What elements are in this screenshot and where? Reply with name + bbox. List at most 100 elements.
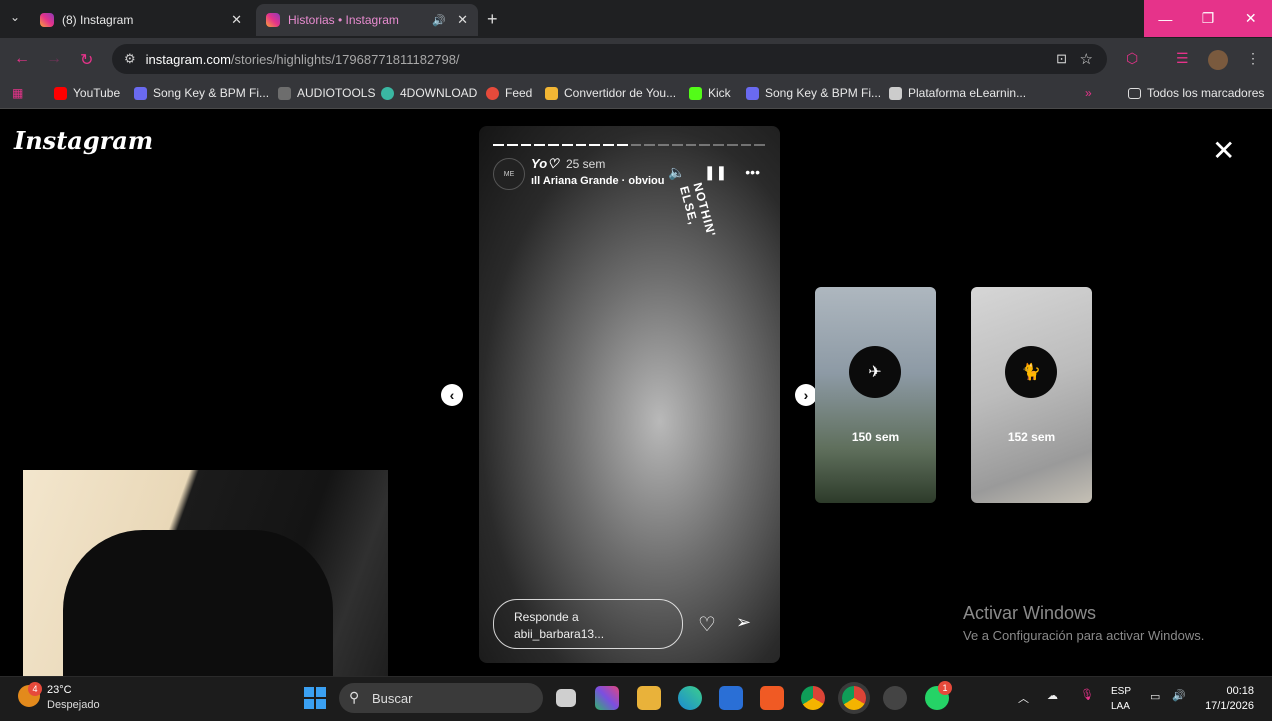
like-heart-icon[interactable]: ♡ [698, 612, 716, 637]
minimize-icon[interactable]: — [1144, 0, 1187, 37]
more-bookmarks-chevron-icon[interactable]: » [1085, 86, 1092, 100]
story-progress-segment [616, 144, 628, 146]
story-progress-segment [671, 144, 683, 146]
instagram-favicon-icon [40, 13, 54, 27]
bookmark-audiotools[interactable]: AUDIOTOOLS [278, 86, 375, 100]
windows-taskbar: 4 23°C Despejado ⚲ Buscar 1 ︿ ☁ 🎙 ESP LA… [0, 676, 1272, 721]
restore-icon[interactable]: ❐ [1187, 0, 1230, 37]
obs-icon[interactable] [883, 686, 907, 710]
profile-avatar[interactable] [1208, 50, 1228, 70]
next-story-chevron-icon[interactable]: › [795, 384, 817, 406]
close-stories-icon[interactable]: ✕ [1212, 134, 1235, 167]
volume-icon[interactable]: 🔈 [668, 164, 685, 181]
reply-input[interactable]: Responde a abii_barbara13... [493, 599, 683, 649]
reply-placeholder-line1: Responde a [514, 610, 579, 624]
youtube-icon [54, 86, 67, 100]
close-window-icon[interactable]: ✕ [1229, 0, 1272, 37]
story-progress-segment [740, 144, 752, 146]
bookmark-convertidor[interactable]: Convertidor de You... [545, 86, 676, 100]
bookmark-4download[interactable]: 4DOWNLOAD [381, 86, 477, 100]
store-icon[interactable] [719, 686, 743, 710]
songkey-icon [134, 86, 147, 100]
weather-badge: 4 [28, 682, 42, 696]
whatsapp-badge: 1 [938, 681, 952, 695]
audiotools-icon [278, 86, 291, 100]
site-info-icon[interactable]: ⚙ [124, 51, 136, 67]
story-username[interactable]: Yo♡ [531, 156, 559, 172]
next-highlight-preview-2[interactable]: 🐈 152 sem [971, 287, 1092, 503]
new-tab-plus-icon[interactable]: + [487, 9, 498, 30]
volume-tray-icon[interactable]: 🔊 [1172, 689, 1186, 702]
onedrive-icon[interactable]: ☁ [1047, 689, 1058, 702]
story-progress-segment [658, 144, 669, 146]
story-progress-segment [548, 144, 559, 146]
chrome-active-icon[interactable] [842, 686, 866, 710]
story-progress-segment [726, 144, 738, 146]
network-icon[interactable]: ▭ [1150, 690, 1160, 703]
story-progress-segment [603, 144, 614, 146]
previous-story-chevron-icon[interactable]: ‹ [441, 384, 463, 406]
start-windows-icon[interactable] [304, 687, 326, 709]
menu-kebab-icon[interactable]: ⋮ [1246, 50, 1260, 67]
bookmark-star-icon[interactable]: ☆ [1080, 50, 1093, 68]
story-progress-segment [713, 144, 724, 146]
back-arrow-icon[interactable]: ← [14, 50, 30, 68]
close-tab-icon[interactable]: ✕ [231, 12, 242, 28]
weather-desc[interactable]: Despejado [47, 699, 100, 711]
tray-chevron-up-icon[interactable]: ︿ [1018, 690, 1029, 706]
extensions-icon[interactable]: ⬡ [1126, 50, 1138, 67]
story-progress-segment [575, 144, 587, 146]
task-view-icon[interactable] [556, 689, 576, 707]
close-tab-icon[interactable]: ✕ [457, 12, 468, 28]
bookmark-feed[interactable]: Feed [486, 86, 532, 100]
tab-historias[interactable]: Historias • Instagram 🔊 ✕ [256, 4, 478, 36]
share-send-icon[interactable]: ➢ [736, 612, 751, 633]
bookmark-elearning[interactable]: Plataforma eLearnin... [889, 86, 1026, 100]
install-app-icon[interactable]: ⊡ [1056, 51, 1067, 67]
story-viewer[interactable]: ME Yo♡ 25 sem ıll Ariana Grande · obviou… [479, 126, 780, 663]
story-time: 25 sem [566, 157, 606, 171]
folder-icon [1128, 87, 1141, 99]
bookmark-songkey-2[interactable]: Song Key & BPM Fi... [746, 86, 881, 100]
story-progress-segment [644, 144, 655, 146]
more-options-icon[interactable]: ••• [745, 164, 760, 181]
weather-temp[interactable]: 23°C [47, 684, 72, 696]
highlight-time-label: 152 sem [1007, 430, 1056, 444]
all-bookmarks-folder[interactable]: Todos los marcadores [1128, 86, 1264, 100]
story-progress-segment [685, 144, 697, 146]
clock[interactable]: 00:18 17/1/2026 [1202, 684, 1254, 714]
edge-icon[interactable] [678, 686, 702, 710]
reload-icon[interactable]: ↻ [80, 50, 93, 70]
music-bars-icon: ıll [531, 175, 543, 187]
apps-grid-icon[interactable]: ▦ [12, 86, 23, 100]
tab-search-icon[interactable]: ⌄ [10, 10, 20, 24]
story-song[interactable]: ıll Ariana Grande · obviou [531, 175, 664, 187]
elearning-icon [889, 86, 902, 100]
forward-arrow-icon[interactable]: → [46, 50, 62, 68]
story-progress-segment [589, 144, 600, 146]
brave-icon[interactable] [760, 686, 784, 710]
m365-icon[interactable] [595, 686, 619, 710]
story-avatar[interactable]: ME [493, 158, 525, 190]
story-sticker-text: NOTHIN' ELSE, [676, 181, 719, 239]
tab-title: Historias • Instagram [288, 13, 399, 27]
language-indicator[interactable]: ESP LAA [1111, 684, 1131, 714]
search-icon: ⚲ [349, 689, 360, 705]
bookmark-songkey-1[interactable]: Song Key & BPM Fi... [134, 86, 269, 100]
pause-icon[interactable]: ❚❚ [704, 164, 727, 181]
chrome-icon[interactable] [801, 686, 825, 710]
address-bar[interactable]: ⚙ instagram.com/stories/highlights/17968… [112, 44, 1107, 74]
speaker-icon[interactable]: 🔊 [432, 14, 446, 27]
next-highlight-preview-1[interactable]: ✈ 150 sem [815, 287, 936, 503]
tab-instagram[interactable]: (8) Instagram ✕ [30, 4, 252, 36]
file-explorer-icon[interactable] [637, 686, 661, 710]
instagram-logo[interactable]: Instagram [14, 126, 153, 155]
feed-icon [486, 86, 499, 100]
reply-placeholder-line2: abii_barbara13... [514, 627, 605, 641]
bookmark-youtube[interactable]: YouTube [54, 86, 120, 100]
bookmark-kick[interactable]: Kick [689, 86, 731, 100]
microphone-icon[interactable]: 🎙 [1080, 688, 1094, 701]
songkey-icon [746, 86, 759, 100]
taskbar-search[interactable]: ⚲ Buscar [339, 683, 543, 713]
media-control-icon[interactable]: ☰ [1176, 50, 1189, 67]
